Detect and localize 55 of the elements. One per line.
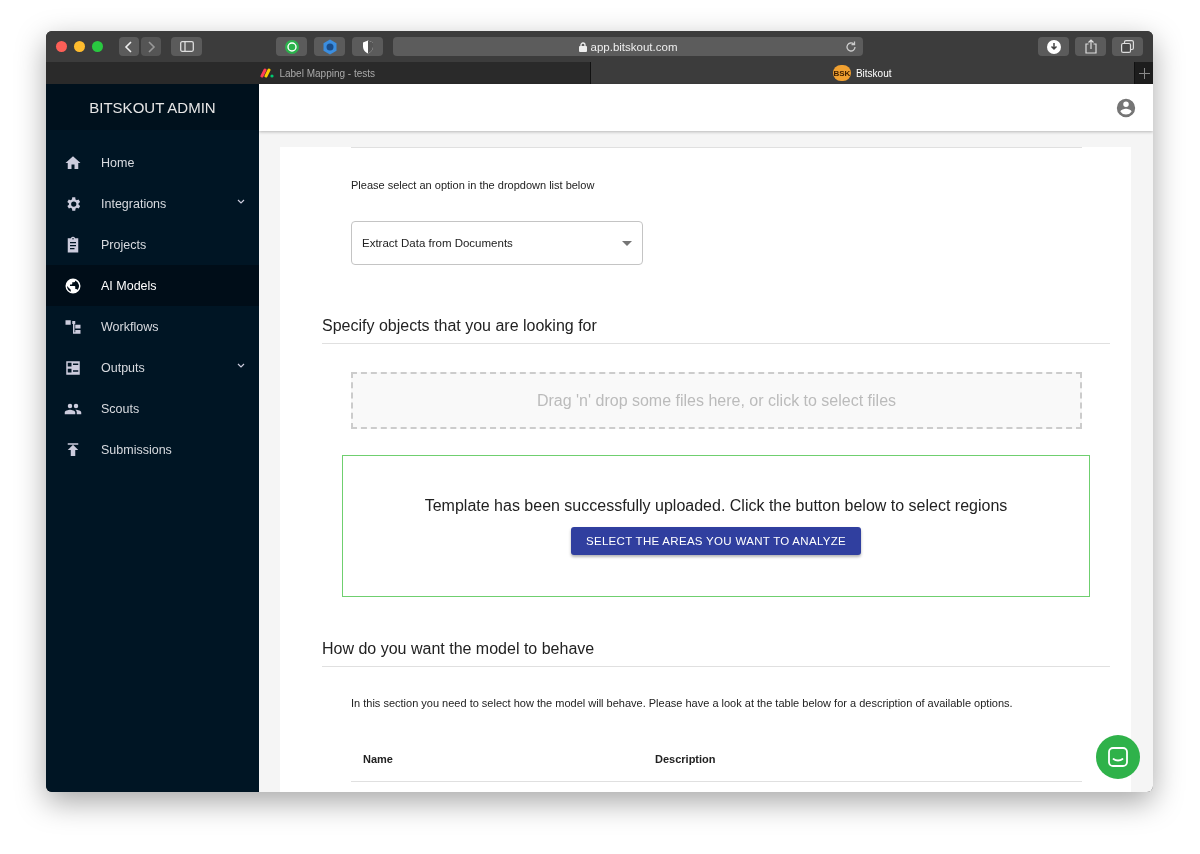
share-icon [1084,39,1097,54]
section-description: In this section you need to select how the model will behave. Please have a look at the table below for a description of available options. [351,697,1014,709]
shield-icon[interactable] [352,37,383,56]
sidebar-item[interactable]: Projects [46,224,259,265]
browser-tab[interactable]: BSK Bitskout [590,62,1135,84]
forward-button[interactable] [141,37,161,56]
globe-icon [64,276,82,295]
plus-icon [1138,67,1150,79]
back-button[interactable] [119,37,139,56]
column-header: Description [655,753,717,767]
select-areas-button[interactable]: SELECT THE AREAS YOU WANT TO ANALYZE [570,527,862,555]
list-icon [64,358,82,377]
sidebar-item[interactable]: Integrations [46,183,259,224]
reload-icon[interactable] [845,40,857,53]
sidebar-item[interactable]: Home [46,142,259,183]
dropdown-arrow-icon [622,240,632,246]
maximize-icon[interactable] [92,41,103,52]
chevron-down-icon [237,363,245,368]
close-icon[interactable] [56,41,67,52]
hierarchy-icon [64,317,82,336]
tabs-overview-button[interactable] [1112,37,1143,56]
sidebar-item[interactable]: Workflows [46,306,259,347]
column-header: Name [363,753,394,767]
tabs-icon [1121,40,1134,53]
minimize-icon[interactable] [74,41,85,52]
chevron-left-icon [124,40,134,53]
sidebar-item[interactable]: AI Models [46,265,259,306]
download-button[interactable] [1038,37,1069,56]
sidebar-item[interactable]: Outputs [46,347,259,388]
download-icon [1046,39,1061,54]
sidebar-toggle-button[interactable] [171,37,202,56]
ring-icon [283,38,300,55]
section-heading: How do you want the model to behave [322,640,1110,667]
tab-badge: BSK [832,65,851,81]
share-button[interactable] [1075,37,1106,56]
sidebar-item[interactable]: Scouts [46,388,259,429]
url-text: app.bitskout.com [590,40,678,53]
chevron-right-icon [146,40,156,53]
extension-button[interactable] [276,37,307,56]
address-bar[interactable]: app.bitskout.com [393,37,863,56]
lock-icon [578,41,587,52]
upload-success-text: Template has been successfully uploaded. Click the button below to select regions [424,497,1008,515]
sidebar-icon [179,41,194,52]
section-heading: Specify objects that you are looking for [322,317,1110,344]
sidebar-item[interactable]: Submissions [46,429,259,470]
model-type-dropdown[interactable]: Extract Data from Documents [351,221,643,265]
account-icon[interactable] [1115,96,1137,119]
hexagon-icon [321,38,338,55]
chat-icon [1107,746,1129,768]
new-tab-button[interactable] [1135,62,1153,84]
browser-tab[interactable]: Label Mapping - tests [46,62,591,84]
app-title: BITSKOUT ADMIN [46,84,259,130]
instruction-text: Please select an option in the dropdown list below [351,178,596,191]
logo-icon [260,68,275,78]
chevron-down-icon [237,199,245,204]
